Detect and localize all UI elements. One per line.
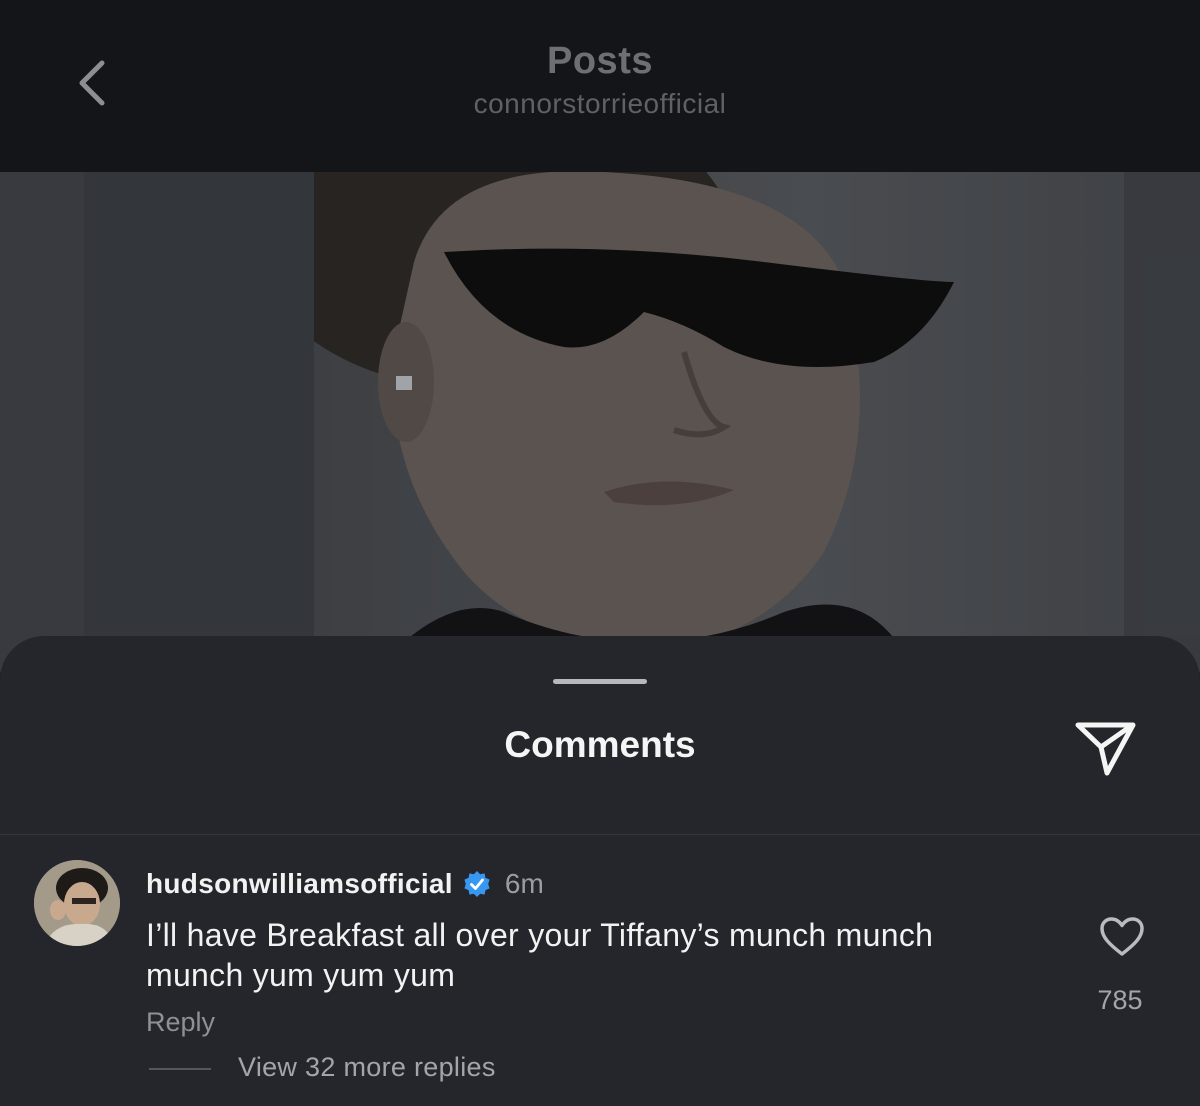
avatar[interactable]	[34, 860, 120, 946]
comment-item: hudsonwilliamsofficial 6m I’ll have Brea…	[0, 835, 1200, 1106]
top-header: Posts connorstorrieofficial	[0, 0, 1200, 172]
comments-sheet: Comments hudsonwilliamsofficial 6m I’ll …	[0, 636, 1200, 1106]
comment-username[interactable]: hudsonwilliamsofficial	[146, 868, 453, 900]
verified-badge-icon	[464, 871, 490, 897]
like-count: 785	[1097, 985, 1143, 1015]
post-dim-overlay	[0, 172, 1200, 672]
comment-text: I’ll have Breakfast all over your Tiffan…	[146, 917, 934, 993]
avatar-image	[34, 860, 120, 946]
paper-plane-icon	[1075, 722, 1136, 776]
reply-button[interactable]: Reply	[146, 1007, 215, 1038]
view-replies-button[interactable]: View 32 more replies	[238, 1052, 496, 1083]
heart-icon	[1100, 917, 1144, 956]
post-image	[0, 172, 1200, 672]
sheet-grabber[interactable]	[553, 679, 647, 684]
share-button[interactable]	[1068, 712, 1144, 784]
page-subtitle[interactable]: connorstorrieofficial	[0, 88, 1200, 120]
replies-divider	[149, 1068, 211, 1070]
comment-header: hudsonwilliamsofficial 6m	[146, 868, 544, 900]
page-title: Posts	[547, 40, 653, 82]
comments-title: Comments	[504, 724, 696, 765]
comment-timestamp: 6m	[504, 868, 544, 899]
like-button[interactable]	[1096, 913, 1148, 961]
